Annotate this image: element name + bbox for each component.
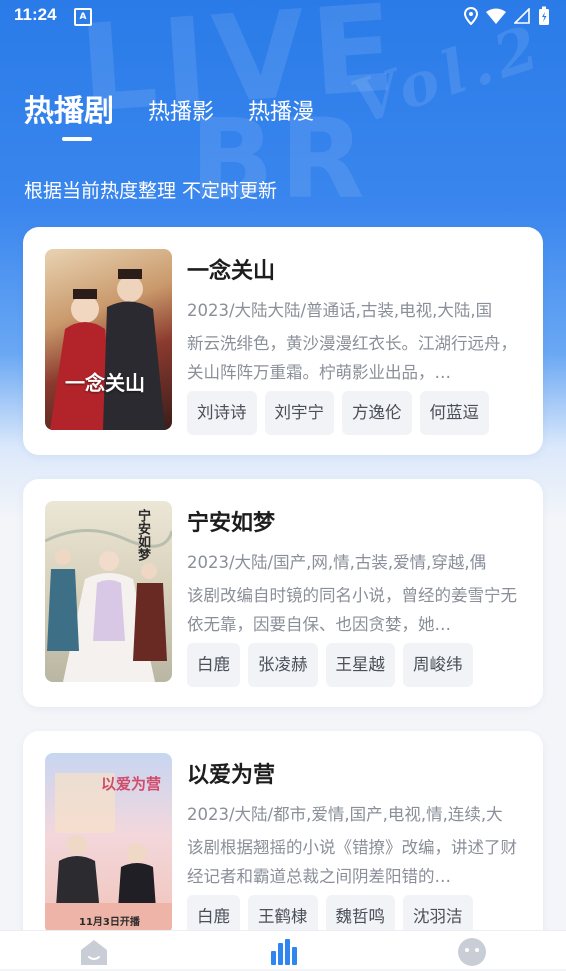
poster-image: 宁安如梦 <box>45 501 172 682</box>
cast-chip[interactable]: 周峻纬 <box>403 643 473 687</box>
show-card[interactable]: 宁安如梦 宁安如梦 2023/大陆/国产,网,情,古装,爱情,穿越,偶 该剧改编… <box>23 479 543 707</box>
show-title: 以爱为营 <box>187 763 276 788</box>
show-card[interactable]: 一念关山 一念关山 2023/大陆大陆/普通话,古装,电视,大陆,国 新云洗绯色… <box>23 227 543 455</box>
status-time: 11:24 <box>14 5 57 24</box>
show-meta: 2023/大陆大陆/普通话,古装,电视,大陆,国 <box>187 301 493 320</box>
notification-icon: A <box>74 8 92 26</box>
show-title: 一念关山 <box>187 259 276 284</box>
poster-release-caption: 11月3日开播 <box>79 917 140 928</box>
category-tabs: 热播剧 热播影 热播漫 <box>24 86 348 130</box>
show-description: 该剧根据翘摇的小说《错撩》改编，讲述了财经记者和霸道总裁之间阴差阳错的… <box>187 838 517 886</box>
active-tab-indicator <box>62 137 92 141</box>
poster-image: 以爱为营 11月3日开播 <box>45 753 172 934</box>
show-meta: 2023/大陆/国产,网,情,古装,爱情,穿越,偶 <box>187 553 487 572</box>
tab-hot-anime[interactable]: 热播漫 <box>248 94 314 130</box>
signal-icon <box>514 8 530 24</box>
poster-title-text: 一念关山 <box>65 371 145 395</box>
poster-title-text: 以爱为营 <box>101 775 162 793</box>
tab-hot-movies[interactable]: 热播影 <box>148 94 214 130</box>
home-icon <box>81 940 107 965</box>
location-icon <box>464 7 478 25</box>
cast-chip[interactable]: 刘宇宁 <box>264 391 334 435</box>
profile-icon <box>458 938 486 966</box>
cast-chip[interactable]: 方逸伦 <box>342 391 412 435</box>
show-card[interactable]: 以爱为营 11月3日开播 以爱为营 2023/大陆/都市,爱情,国产,电视,情,… <box>23 731 543 959</box>
tab-hot-series[interactable]: 热播剧 <box>24 86 114 130</box>
cast-list: 刘诗诗 刘宇宁 方逸伦 何蓝逗 <box>187 391 489 435</box>
cast-chip[interactable]: 刘诗诗 <box>187 391 257 435</box>
show-description: 新云洗绯色，黄沙漫漫红衣长。江湖行远舟，关山阵阵万重霜。柠萌影业出品，… <box>187 334 517 382</box>
nav-profile[interactable] <box>456 937 488 967</box>
cast-chip[interactable]: 王星越 <box>325 643 395 687</box>
show-description: 该剧改编自时镜的同名小说，曾经的姜雪宁无依无靠，因要自保、也因贪婪，她… <box>187 586 517 634</box>
cast-chip[interactable]: 张凌赫 <box>248 643 318 687</box>
cast-chip[interactable]: 白鹿 <box>187 643 240 687</box>
page-subtitle: 根据当前热度整理 不定时更新 <box>24 180 278 202</box>
poster-title-text: 宁安如梦 <box>135 509 150 561</box>
chart-icon <box>271 939 297 965</box>
status-bar: 11:24 A <box>0 0 566 30</box>
nav-charts[interactable] <box>268 937 300 967</box>
cast-chip[interactable]: 何蓝逗 <box>419 391 489 435</box>
show-meta: 2023/大陆/都市,爱情,国产,电视,情,连续,大 <box>187 805 503 824</box>
bottom-navigation <box>0 930 566 969</box>
battery-icon <box>539 6 549 25</box>
show-title: 宁安如梦 <box>187 511 276 536</box>
cast-list: 白鹿 张凌赫 王星越 周峻纬 <box>187 643 473 687</box>
wifi-icon <box>486 8 506 24</box>
nav-home[interactable] <box>78 937 110 967</box>
poster-image: 一念关山 <box>45 249 172 430</box>
